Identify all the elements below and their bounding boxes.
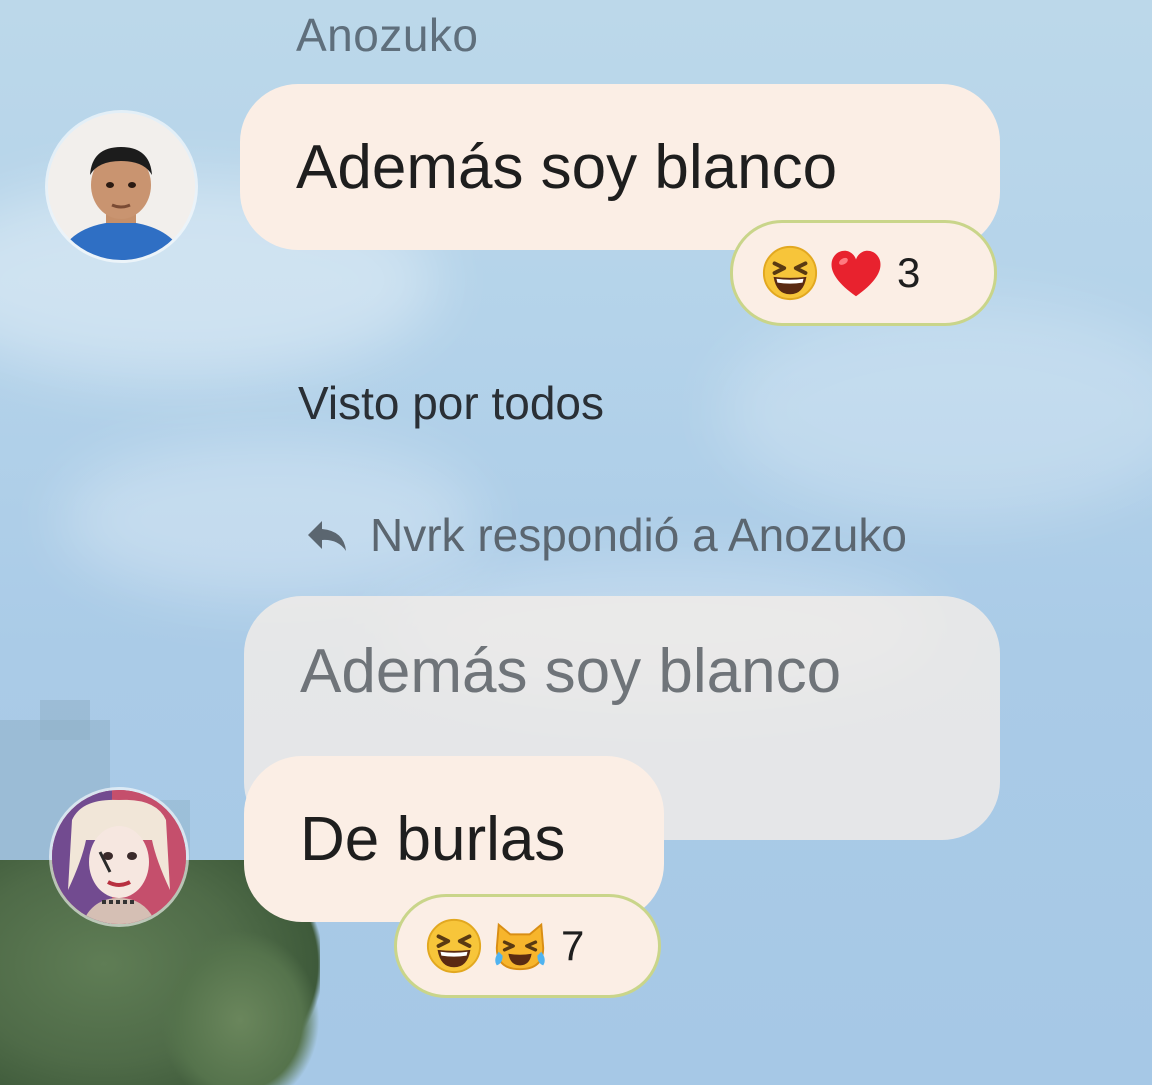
reaction-count: 7 bbox=[561, 922, 585, 969]
reply-header-text: Nvrk respondió a Anozuko bbox=[370, 509, 907, 561]
reply-arrow-icon bbox=[308, 521, 346, 551]
message-text: Además soy blanco bbox=[296, 132, 838, 202]
grinning-squinting-face-icon bbox=[762, 245, 818, 301]
grinning-squinting-face-icon bbox=[426, 918, 482, 974]
user-photo-icon bbox=[48, 113, 195, 260]
avatar[interactable] bbox=[52, 790, 186, 924]
background-cloud bbox=[720, 300, 1152, 520]
reaction-count: 3 bbox=[897, 249, 921, 296]
red-heart-icon bbox=[831, 250, 881, 297]
reply-header: Nvrk respondió a Anozuko bbox=[304, 508, 907, 562]
avatar[interactable] bbox=[48, 113, 195, 260]
message-text: De burlas bbox=[300, 804, 566, 874]
sender-name[interactable]: Anozuko bbox=[296, 8, 479, 62]
cat-with-tears-of-joy-icon bbox=[495, 922, 545, 971]
reaction-summary[interactable]: 7 bbox=[394, 894, 661, 998]
background-building bbox=[40, 700, 90, 740]
background-trees bbox=[160, 930, 320, 1085]
reaction-summary[interactable]: 3 bbox=[730, 220, 997, 326]
user-photo-icon bbox=[52, 790, 186, 924]
seen-status: Visto por todos bbox=[298, 377, 605, 429]
quoted-text: Además soy blanco bbox=[300, 637, 842, 706]
